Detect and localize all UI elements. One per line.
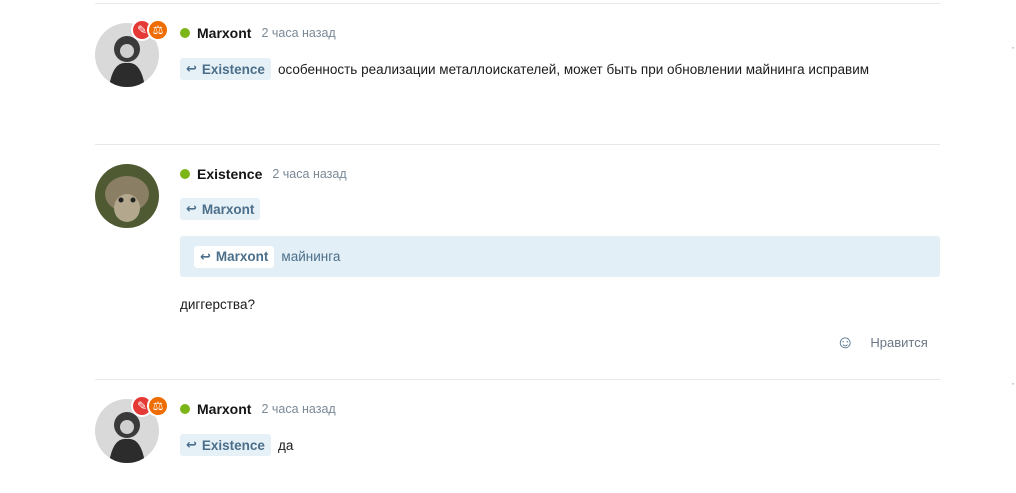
scales-icon: ⚖ xyxy=(147,395,169,417)
reply-arrow-icon: ↩ xyxy=(186,61,197,76)
comment-text: диггерства? xyxy=(180,297,255,312)
online-status-icon xyxy=(180,28,190,38)
reply-mention-label: Existence xyxy=(201,437,265,453)
quote-block: ↩ Marxont майнинга xyxy=(180,236,940,277)
quote-reply-mention[interactable]: ↩ Marxont xyxy=(194,245,275,268)
reply-mention[interactable]: ↩ Marxont xyxy=(180,198,261,220)
divider xyxy=(95,379,940,380)
like-label[interactable]: Нравится xyxy=(870,335,927,350)
reply-arrow-icon: ↩ xyxy=(186,437,197,452)
side-marker: · xyxy=(1011,40,1015,54)
user-badges: ✎ ⚖ xyxy=(131,19,169,41)
comment-reply-line: ↩ Marxont xyxy=(180,198,261,220)
divider xyxy=(95,3,940,4)
reply-arrow-icon: ↩ xyxy=(200,248,211,264)
avatar[interactable] xyxy=(95,164,159,228)
comment-meta: Marxont 2 часа назад xyxy=(180,23,336,43)
reply-arrow-icon: ↩ xyxy=(186,201,197,216)
comment-text: да xyxy=(277,437,294,453)
online-status-icon xyxy=(180,404,190,414)
comment-meta: Marxont 2 часа назад xyxy=(180,399,336,419)
author-name[interactable]: Marxont xyxy=(197,401,251,417)
scales-icon: ⚖ xyxy=(147,19,169,41)
author-name[interactable]: Existence xyxy=(197,166,262,182)
comment-text: особенность реализации металлоискателей,… xyxy=(277,61,870,77)
quote-reply-label: Marxont xyxy=(215,249,269,264)
reply-mention-label: Existence xyxy=(201,61,265,77)
quote-text: майнинга xyxy=(281,249,341,264)
side-marker: · xyxy=(1011,376,1015,390)
comment-time[interactable]: 2 часа назад xyxy=(272,167,346,181)
comment-body: ↩ Existence да xyxy=(180,434,293,456)
add-reaction-icon[interactable]: ☺ xyxy=(836,332,854,353)
like-button[interactable]: ☺ Нравится xyxy=(836,332,928,353)
online-status-icon xyxy=(180,169,190,179)
divider xyxy=(95,144,940,145)
reply-mention-label: Marxont xyxy=(201,201,255,217)
user-badges: ✎ ⚖ xyxy=(131,395,169,417)
comment-time[interactable]: 2 часа назад xyxy=(261,402,335,416)
reply-mention[interactable]: ↩ Existence xyxy=(180,58,271,80)
comment-body: ↩ Existence особенность реализации метал… xyxy=(180,58,869,80)
comment-meta: Existence 2 часа назад xyxy=(180,164,347,184)
comment-time[interactable]: 2 часа назад xyxy=(261,26,335,40)
reply-mention[interactable]: ↩ Existence xyxy=(180,434,271,456)
author-name[interactable]: Marxont xyxy=(197,25,251,41)
